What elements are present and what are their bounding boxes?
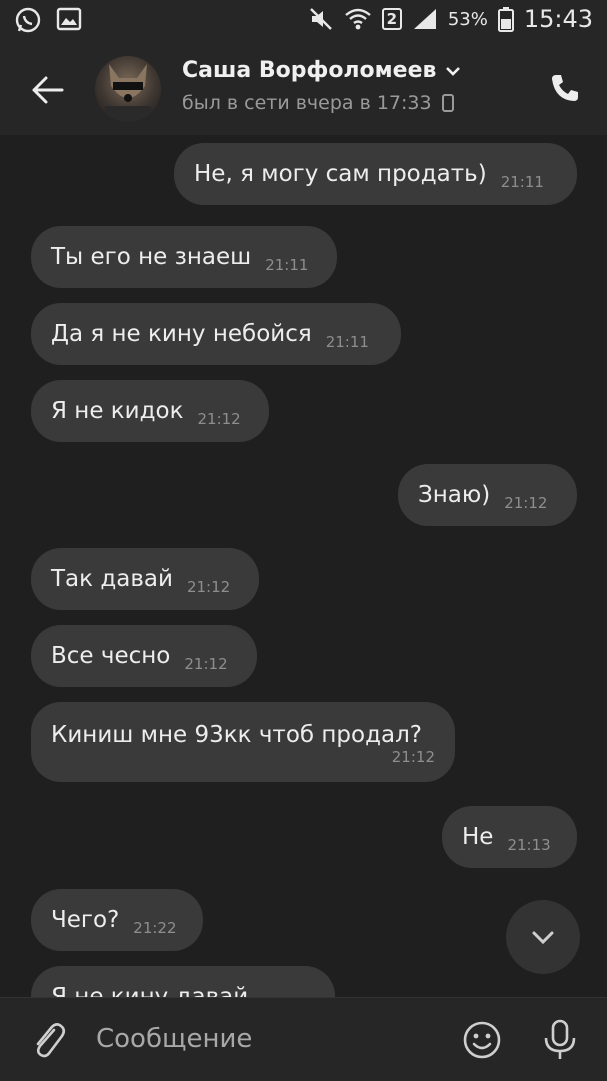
emoji-button[interactable] xyxy=(462,1020,502,1060)
back-button[interactable] xyxy=(28,70,68,110)
message-text: Я не кидок xyxy=(51,398,184,424)
device-icon xyxy=(441,94,454,112)
message-text: Все чесно xyxy=(51,643,171,669)
wifi-icon xyxy=(344,6,372,32)
message-composer: Сообщение xyxy=(0,997,607,1081)
message-input[interactable]: Сообщение xyxy=(96,1024,252,1054)
message-text: Да я не кину небойся xyxy=(51,321,312,347)
message-bubble-incoming[interactable]: Киниш мне 93кк чтоб продал? 21:12 xyxy=(31,702,455,782)
message-time: 21:12 xyxy=(391,748,435,766)
battery-icon xyxy=(497,6,514,32)
clock: 15:43 xyxy=(523,5,593,33)
battery-percent: 53% xyxy=(447,8,488,30)
message-text: Не xyxy=(462,824,494,850)
message-text: Ты его не знаеш xyxy=(51,244,252,270)
message-bubble-incoming[interactable]: Все чесно 21:12 xyxy=(31,625,257,687)
chat-header: Саша Ворфоломеев был в сети вчера в 17:3… xyxy=(0,44,607,135)
message-list[interactable]: Не, я могу сам продать) 21:11 Ты его не … xyxy=(0,135,607,997)
emoji-icon xyxy=(463,1021,501,1059)
message-time: 21:22 xyxy=(133,919,177,937)
scroll-down-icon xyxy=(532,931,554,945)
gallery-icon xyxy=(56,6,82,34)
message-time: 21:12 xyxy=(197,410,241,428)
voice-message-button[interactable] xyxy=(540,1018,580,1062)
signal-icon xyxy=(412,7,438,31)
contact-status: был в сети вчера в 17:33 xyxy=(182,92,454,114)
message-bubble-outgoing[interactable]: Знаю) 21:12 xyxy=(398,464,577,526)
sim-badge: 2 xyxy=(381,8,402,30)
chevron-down-icon xyxy=(446,66,461,76)
message-bubble-incoming[interactable]: Я не кину давай xyxy=(31,966,335,997)
status-bar: 2 53% 15:43 xyxy=(0,0,607,44)
message-bubble-outgoing[interactable]: Не 21:13 xyxy=(442,806,577,868)
paperclip-icon xyxy=(36,1023,66,1058)
message-text: Так давай xyxy=(51,566,173,592)
message-bubble-incoming[interactable]: Так давай 21:12 xyxy=(31,548,259,610)
back-arrow-icon xyxy=(32,76,64,104)
message-text: Чего? xyxy=(51,907,120,933)
message-text: Киниш мне 93кк чтоб продал? xyxy=(51,722,422,748)
message-bubble-outgoing[interactable]: Не, я могу сам продать) 21:11 xyxy=(174,143,577,205)
attach-button[interactable] xyxy=(30,1020,66,1060)
mic-icon xyxy=(544,1019,576,1059)
message-text: Я не кину давай xyxy=(51,984,249,997)
call-button[interactable] xyxy=(549,72,581,104)
scroll-down-button[interactable] xyxy=(506,900,580,974)
message-time: 21:12 xyxy=(184,655,228,673)
message-time: 21:12 xyxy=(504,494,548,512)
message-bubble-incoming[interactable]: Да я не кину небойся 21:11 xyxy=(31,303,401,365)
message-bubble-incoming[interactable]: Ты его не знаеш 21:11 xyxy=(31,226,337,288)
last-seen-text: был в сети вчера в 17:33 xyxy=(182,92,432,114)
message-time: 21:12 xyxy=(186,578,231,596)
message-bubble-incoming[interactable]: Я не кидок 21:12 xyxy=(31,380,269,442)
message-time: 21:13 xyxy=(507,836,551,854)
avatar[interactable] xyxy=(95,56,161,122)
contact-name[interactable]: Саша Ворфоломеев xyxy=(182,58,462,83)
message-time: 21:11 xyxy=(500,173,544,191)
contact-name-text: Саша Ворфоломеев xyxy=(182,58,437,83)
message-time: 21:11 xyxy=(265,256,309,274)
mute-icon xyxy=(308,6,334,32)
message-text: Не, я могу сам продать) xyxy=(194,161,487,187)
message-bubble-incoming[interactable]: Чего? 21:22 xyxy=(31,889,203,951)
message-time: 21:11 xyxy=(325,333,369,351)
phone-icon xyxy=(552,75,578,101)
whatsapp-icon xyxy=(14,6,42,34)
message-text: Знаю) xyxy=(418,482,491,508)
